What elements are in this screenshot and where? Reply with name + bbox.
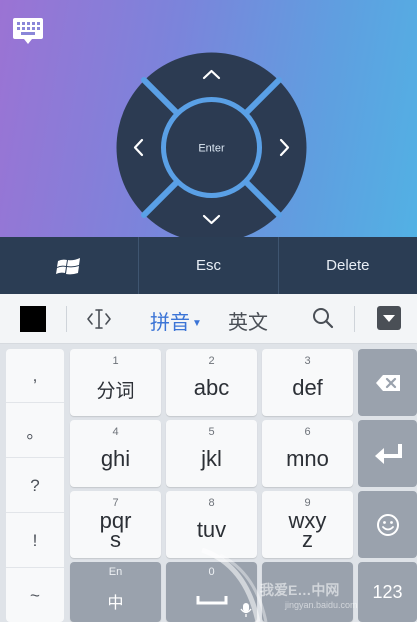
- smiley-icon: [376, 513, 399, 536]
- keyboard-icon[interactable]: [12, 17, 44, 45]
- backspace-key[interactable]: [358, 349, 417, 416]
- windows-button[interactable]: [0, 237, 140, 294]
- key-7[interactable]: 7 pqr s: [70, 491, 161, 558]
- enter-button[interactable]: Enter: [198, 143, 225, 155]
- punctuation-column[interactable]: , 。 ? ! ~: [6, 349, 64, 622]
- t9-keyboard: , 。 ? ! ~ 1 分词 2 abc 3 def 4 ghi 5 jkl 6…: [0, 345, 417, 622]
- cursor-move-icon[interactable]: [86, 305, 112, 333]
- watermark-url: jingyan.baidu.com: [285, 600, 358, 610]
- key-5[interactable]: 5 jkl: [166, 420, 257, 487]
- key-2[interactable]: 2 abc: [166, 349, 257, 416]
- key-4[interactable]: 4 ghi: [70, 420, 161, 487]
- key-9[interactable]: 9 wxy z: [262, 491, 353, 558]
- punct-key-comma[interactable]: ,: [6, 349, 64, 403]
- dropdown-caret-icon: ▼: [192, 318, 202, 330]
- pinyin-mode-tab[interactable]: 拼音 ▼: [150, 306, 202, 335]
- punct-key-tilde[interactable]: ~: [6, 569, 64, 622]
- key-6[interactable]: 6 mno: [262, 420, 353, 487]
- space-bar-icon: [196, 596, 228, 605]
- remote-panel: Enter: [0, 0, 417, 237]
- space-key[interactable]: 0: [166, 562, 257, 622]
- english-mode-tab[interactable]: 英文: [228, 306, 268, 335]
- key-8[interactable]: 8 tuv: [166, 491, 257, 558]
- pinyin-label: 拼音: [150, 312, 190, 334]
- enter-key[interactable]: [358, 420, 417, 487]
- language-switch-key[interactable]: En 中: [70, 562, 161, 622]
- esc-button[interactable]: Esc: [139, 237, 279, 294]
- key-1[interactable]: 1 分词: [70, 349, 161, 416]
- punct-key-period[interactable]: 。: [6, 404, 64, 458]
- hide-keyboard-icon[interactable]: [376, 305, 402, 331]
- backspace-icon: [375, 374, 400, 391]
- key-3[interactable]: 3 def: [262, 349, 353, 416]
- dpad: Enter: [116, 52, 307, 237]
- return-icon: [374, 443, 402, 464]
- punct-key-exclaim[interactable]: !: [6, 514, 64, 568]
- action-row: Esc Delete: [0, 237, 417, 294]
- ime-logo[interactable]: [20, 306, 46, 332]
- emoji-key[interactable]: [358, 491, 417, 558]
- divider: [66, 306, 67, 332]
- watermark-text: 我爱E…中网: [260, 582, 340, 598]
- number-mode-key[interactable]: 123: [358, 562, 417, 622]
- delete-button[interactable]: Delete: [279, 237, 417, 294]
- ime-toolbar: 拼音 ▼ 英文: [0, 294, 417, 344]
- microphone-icon: [240, 603, 252, 617]
- punct-key-question[interactable]: ?: [6, 459, 64, 513]
- windows-icon: [56, 257, 81, 274]
- divider: [354, 306, 355, 332]
- search-icon[interactable]: [311, 306, 335, 330]
